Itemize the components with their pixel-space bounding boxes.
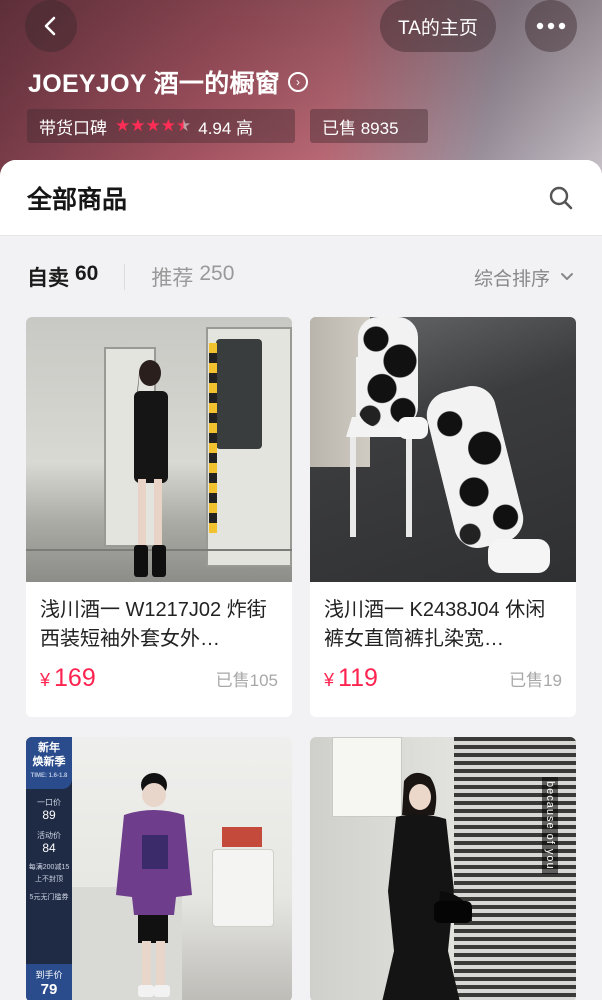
vertical-caption: because of you <box>542 777 558 874</box>
half-star-icon: ★ <box>176 116 191 135</box>
star-icon: ★ <box>115 116 130 135</box>
product-sold-count: 已售19 <box>509 671 562 690</box>
tab-recommended-label: 推荐 <box>151 267 194 290</box>
shop-name: JOEYJOY 酒一的橱窗 <box>28 70 281 98</box>
mini-fridge <box>212 849 274 927</box>
currency-symbol: ¥ <box>324 670 335 690</box>
promo-title-line1: 新年 <box>38 742 60 754</box>
product-image <box>26 317 292 582</box>
tab-self-sold[interactable]: 自卖 60 <box>27 262 98 292</box>
product-price: ¥119 <box>324 664 378 693</box>
ellipsis-icon <box>536 22 566 30</box>
promo-coupon-note: 5元无门槛券 <box>29 894 69 901</box>
total-sold-badge: 已售 8935 <box>310 109 428 143</box>
chevron-left-icon <box>44 16 56 36</box>
promo-final-value: 79 <box>40 981 58 998</box>
search-icon[interactable] <box>548 185 574 211</box>
product-info: 浅川酒一 K2438J04 休闲裤女直筒裤扎染宽… ¥119 已售19 <box>310 582 576 717</box>
products-sheet: 全部商品 自卖 60 推荐 250 综合排序 浅川酒一 W1217J02 炸街西… <box>0 160 602 1000</box>
star-icon: ★ <box>160 116 176 135</box>
promo-price2-label: 活动价 <box>37 831 61 840</box>
product-card[interactable]: 浅川酒一 K2438J04 休闲裤女直筒裤扎染宽… ¥119 已售19 <box>310 317 576 717</box>
product-price: ¥169 <box>40 664 96 693</box>
promo-final-label: 到手价 <box>35 970 63 980</box>
tie-dye-pants <box>421 380 529 554</box>
product-image <box>310 317 576 582</box>
tab-recommended-count: 250 <box>199 262 235 285</box>
model-figure <box>382 772 472 1000</box>
shop-name-link[interactable]: JOEYJOY 酒一的橱窗 › <box>28 64 309 100</box>
more-button[interactable] <box>525 0 577 52</box>
sheet-header: 全部商品 <box>0 160 602 236</box>
rating-value: 4.94 高 <box>198 118 254 138</box>
warning-stripe <box>209 343 217 533</box>
shelf-items <box>222 827 262 847</box>
promo-subtitle: TIME: 1.6-1.8 <box>30 773 68 779</box>
promo-final-price: 到手价 79 <box>26 964 72 1000</box>
price-value: 169 <box>54 664 96 692</box>
product-card[interactable]: 浅川酒一 W1217J02 炸街西装短袖外套女外… ¥169 已售105 <box>26 317 292 717</box>
model-figure <box>134 360 168 577</box>
price-row: ¥119 已售19 <box>324 664 562 693</box>
product-tabs: 自卖 60 推荐 250 综合排序 <box>0 236 602 318</box>
star-icon: ★ <box>145 116 161 135</box>
tab-self-sold-count: 60 <box>75 262 99 285</box>
sheet-title: 全部商品 <box>27 185 128 214</box>
reputation-badge[interactable]: 带货口碑 ★ ★ ★ ★ ★ 4.94 高 <box>27 109 295 143</box>
train-window <box>216 339 262 449</box>
tie-dye-pants <box>358 317 418 427</box>
sneaker <box>398 417 428 439</box>
product-title: 浅川酒一 W1217J02 炸街西装短袖外套女外… <box>40 599 267 650</box>
price-row: ¥169 已售105 <box>40 664 278 693</box>
product-title: 浅川酒一 K2438J04 休闲裤女直筒裤扎染宽… <box>324 599 546 650</box>
product-image: 新年 焕新季 TIME: 1.6-1.8 一口价 89 活动价 84 每满200… <box>26 737 292 1000</box>
total-sold-text: 已售 8935 <box>322 118 399 138</box>
tab-self-sold-label: 自卖 <box>27 267 69 290</box>
promo-title: 新年 焕新季 TIME: 1.6-1.8 <box>26 737 72 789</box>
star-icon: ★ <box>130 116 145 135</box>
ta-homepage-label: TA的主页 <box>398 17 478 39</box>
product-card[interactable]: because of you <box>310 737 576 1000</box>
reputation-label: 带货口碑 <box>39 118 107 138</box>
ta-homepage-button[interactable]: TA的主页 <box>380 0 496 52</box>
product-sold-count: 已售105 <box>215 671 278 690</box>
rating-stars: ★ ★ ★ ★ ★ <box>115 116 191 136</box>
promo-note: 上不封顶 <box>35 876 63 883</box>
price-value: 119 <box>338 664 378 692</box>
tab-divider <box>124 264 126 290</box>
tab-recommended[interactable]: 推荐 250 <box>151 262 234 292</box>
promo-price2-value: 84 <box>42 841 56 855</box>
promo-banner: 新年 焕新季 TIME: 1.6-1.8 一口价 89 活动价 84 每满200… <box>26 737 72 1000</box>
product-info: 浅川酒一 W1217J02 炸街西装短袖外套女外… ¥169 已售105 <box>26 582 292 717</box>
chevron-right-icon: › <box>288 72 309 92</box>
sort-label: 综合排序 <box>473 268 550 290</box>
promo-price1-value: 89 <box>42 808 56 822</box>
promo-title-line2: 焕新季 <box>32 756 66 768</box>
promo-price1-label: 一口价 <box>37 798 61 807</box>
model-figure <box>116 773 192 997</box>
product-card[interactable]: 新年 焕新季 TIME: 1.6-1.8 一口价 89 活动价 84 每满200… <box>26 737 292 1000</box>
chevron-down-icon <box>561 273 573 280</box>
promo-note: 每满200减15 <box>28 864 70 871</box>
sort-dropdown[interactable]: 综合排序 <box>474 264 574 291</box>
product-image: because of you <box>310 737 576 1000</box>
back-button[interactable] <box>25 0 77 52</box>
currency-symbol: ¥ <box>40 670 51 690</box>
sneaker <box>488 539 550 573</box>
